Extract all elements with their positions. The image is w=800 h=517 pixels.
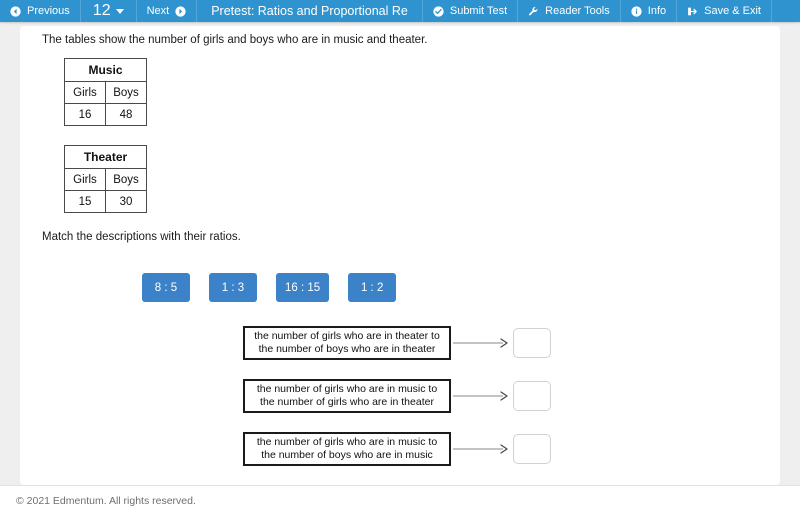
description-line-1: the number of girls who are in music to (256, 383, 438, 395)
music-header-boys: Boys (105, 81, 147, 104)
theater-header-boys: Boys (105, 168, 147, 191)
submit-test-label: Submit Test (449, 5, 508, 17)
description-box: the number of girls who are in music to … (243, 379, 451, 413)
page-number-value: 12 (92, 2, 111, 19)
answer-drop-box[interactable] (513, 328, 551, 358)
previous-label: Previous (27, 5, 70, 17)
match-rows: the number of girls who are in theater t… (243, 326, 551, 485)
theater-header-girls: Girls (64, 168, 106, 191)
info-label: Info (647, 5, 667, 17)
save-exit-button[interactable]: Save & Exit (677, 0, 772, 22)
next-label: Next (146, 5, 170, 17)
arrow-right-icon (451, 390, 513, 402)
footer: © 2021 Edmentum. All rights reserved. (0, 485, 800, 517)
description-box: the number of girls who are in music to … (243, 432, 451, 466)
check-circle-icon (433, 5, 444, 17)
copyright-text: © 2021 Edmentum. All rights reserved. (16, 495, 196, 507)
music-value-boys: 48 (105, 103, 147, 126)
theater-value-girls: 15 (64, 190, 106, 213)
answer-drop-box[interactable] (513, 381, 551, 411)
intro-text: The tables show the number of girls and … (42, 34, 428, 46)
info-button[interactable]: Info (621, 0, 678, 22)
test-title-label: Pretest: Ratios and Proportional Re (211, 4, 408, 18)
chevron-down-icon (115, 8, 124, 14)
question-card: The tables show the number of girls and … (20, 26, 780, 485)
reader-tools-label: Reader Tools (545, 5, 610, 17)
music-table-title: Music (64, 58, 147, 82)
submit-test-button[interactable]: Submit Test (423, 0, 519, 22)
arrow-circle-left-icon (10, 5, 21, 17)
arrow-right-icon (451, 443, 513, 455)
theater-value-boys: 30 (105, 190, 147, 213)
ratio-tile[interactable]: 1 : 2 (348, 273, 397, 302)
arrow-circle-right-icon (175, 5, 186, 17)
description-box: the number of girls who are in theater t… (243, 326, 451, 360)
sign-out-icon (687, 6, 698, 17)
top-toolbar: Previous 12 Next Pretest: Ratios and Pro… (0, 0, 800, 22)
info-circle-icon (631, 5, 642, 17)
theater-table-title: Theater (64, 145, 147, 169)
description-line-1: the number of girls who are in music to (256, 436, 438, 448)
ratio-tile[interactable]: 8 : 5 (142, 273, 190, 302)
match-row: the number of girls who are in music to … (243, 379, 551, 413)
wrench-icon (528, 6, 539, 17)
previous-button[interactable]: Previous (0, 0, 81, 22)
description-line-2: the number of boys who are in music (261, 449, 433, 461)
description-line-2: the number of girls who are in theater (260, 396, 434, 408)
ratio-tile[interactable]: 16 : 15 (276, 273, 330, 302)
arrow-right-icon (451, 337, 513, 349)
answer-drop-box[interactable] (513, 434, 551, 464)
next-button[interactable]: Next (137, 0, 198, 22)
description-line-1: the number of girls who are in theater t… (254, 330, 440, 342)
ratio-tile-tray: 8 : 5 1 : 3 16 : 15 1 : 2 (142, 273, 415, 302)
music-table: Music Girls Boys 16 48 (64, 58, 147, 126)
description-line-2: the number of boys who are in theater (258, 343, 436, 355)
ratio-tile[interactable]: 1 : 3 (209, 273, 257, 302)
save-exit-label: Save & Exit (704, 5, 761, 17)
music-value-girls: 16 (64, 103, 106, 126)
theater-table: Theater Girls Boys 15 30 (64, 145, 147, 213)
page-number-selector[interactable]: 12 (81, 0, 137, 22)
test-title: Pretest: Ratios and Proportional Re (197, 0, 423, 22)
instruction-text: Match the descriptions with their ratios… (42, 231, 241, 243)
match-row: the number of girls who are in theater t… (243, 326, 551, 360)
match-row: the number of girls who are in music to … (243, 432, 551, 466)
music-header-girls: Girls (64, 81, 106, 104)
reader-tools-button[interactable]: Reader Tools (518, 0, 621, 22)
